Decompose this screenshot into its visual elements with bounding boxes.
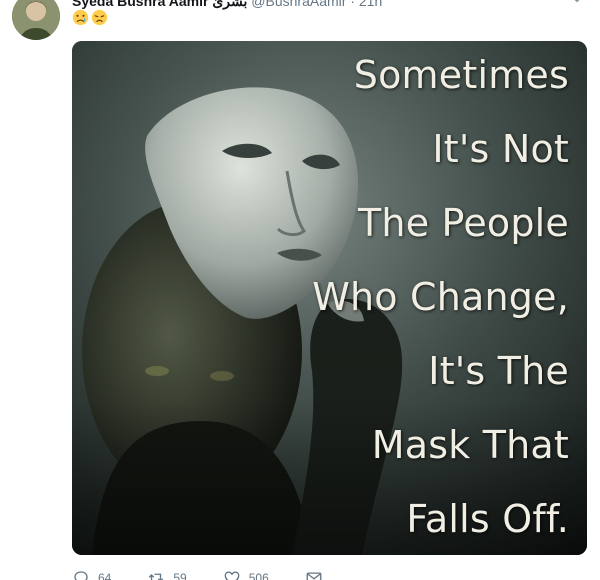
like-button[interactable]: 506 (223, 569, 269, 580)
direct-message-button[interactable] (305, 569, 323, 580)
image-text-line-3: The People (358, 201, 569, 245)
image-text-line-6: Mask That (371, 423, 569, 467)
retweet-icon (149, 573, 164, 580)
heart-icon (224, 571, 240, 580)
image-text-line-4: Who Change, (312, 275, 569, 319)
crying-face-emoji-icon (72, 9, 89, 26)
tweet: Syeda Bushra Aamir بشریٰ @BushraAamir · … (0, 0, 600, 580)
envelope-icon (306, 572, 322, 580)
image-text-line-7: Falls Off. (406, 497, 569, 541)
reply-button[interactable]: 64 (72, 569, 111, 580)
tweet-image[interactable]: Sometimes It's Not The People Who Change… (72, 41, 587, 555)
separator: · (350, 0, 355, 9)
chevron-down-icon[interactable] (570, 0, 584, 4)
retweet-button[interactable]: 59 (147, 569, 187, 580)
disappointed-face-emoji-icon (91, 9, 108, 26)
avatar-image (12, 0, 60, 40)
display-name[interactable]: Syeda Bushra Aamir بشریٰ (72, 0, 247, 9)
image-text-line-5: It's The (428, 349, 569, 393)
tweet-actions: 64 59 506 (72, 568, 359, 580)
tweet-text (72, 9, 108, 27)
timestamp[interactable]: 21h (359, 0, 382, 9)
retweet-count: 59 (173, 571, 187, 580)
reply-count: 64 (98, 571, 112, 580)
image-text-line-1: Sometimes (353, 53, 569, 97)
avatar[interactable] (12, 0, 60, 40)
tweet-header: Syeda Bushra Aamir بشریٰ @BushraAamir · … (72, 0, 382, 9)
reply-icon (74, 571, 88, 580)
user-handle[interactable]: @BushraAamir (251, 0, 346, 9)
like-count: 506 (248, 571, 269, 580)
image-text-line-2: It's Not (432, 127, 569, 171)
